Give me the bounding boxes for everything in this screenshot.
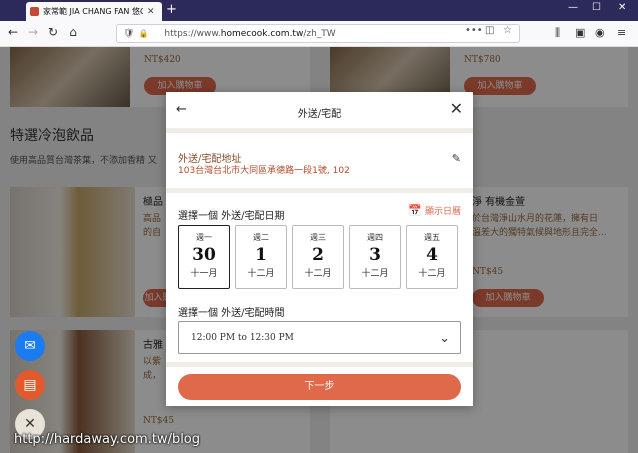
bookmark-star-icon[interactable]: ☆ [503, 25, 512, 36]
next-button[interactable]: 下一步 [178, 374, 461, 400]
date-option[interactable]: 週四 3 十二月 [349, 225, 401, 289]
divider [166, 362, 473, 367]
browser-tab[interactable]: 家常範 JIA CHANG FAN 悠Gift ✕ [26, 2, 162, 21]
new-tab-icon[interactable]: + [166, 2, 177, 17]
day-number: 30 [192, 245, 216, 265]
library-icon[interactable]: ⫼ [555, 26, 560, 40]
day-number: 1 [255, 245, 267, 265]
sidebar-icon[interactable]: ▣ [575, 26, 585, 39]
tab-title: 家常範 JIA CHANG FAN 悠Gift [43, 7, 143, 16]
show-calendar-link[interactable]: 📅 顯示日曆 [408, 204, 461, 217]
date-option-selected[interactable]: 週一 30 十一月 [178, 225, 230, 289]
date-option[interactable]: 週三 2 十二月 [292, 225, 344, 289]
url-text: https://www.homecook.com.tw/zh_TW [164, 28, 336, 39]
close-window-icon[interactable]: ✕ [618, 2, 626, 13]
address-bar[interactable]: 🛡 🔒 https://www.homecook.com.tw/zh_TW ••… [116, 24, 520, 43]
date-label: 選擇一個 外送/宅配日期 [178, 211, 285, 222]
reload-icon[interactable]: ↻ [44, 25, 62, 39]
messenger-icon[interactable]: ✉ [15, 331, 45, 361]
divider [166, 128, 473, 133]
browser-tab-bar: 家常範 JIA CHANG FAN 悠Gift ✕ + — ☐ ✕ [0, 0, 638, 21]
favicon-icon [30, 7, 39, 16]
date-option[interactable]: 週二 1 十二月 [235, 225, 287, 289]
day-number: 4 [426, 245, 438, 265]
edit-pencil-icon[interactable]: ✎ [452, 152, 461, 165]
weekday: 週五 [424, 233, 440, 242]
weekday: 週四 [367, 233, 383, 242]
time-label: 選擇一個 外送/宅配時間 [178, 308, 285, 319]
menu-icon[interactable]: ≡ [617, 26, 626, 39]
home-icon[interactable]: ⌂ [64, 25, 82, 39]
delivery-modal: ← 外送/宅配 ✕ 外送/宅配地址 103台灣台北市大同區承德路一段1號, 10… [166, 92, 473, 406]
forward-icon[interactable]: → [24, 25, 42, 39]
month: 十二月 [247, 269, 275, 279]
chevron-down-icon: ⌄ [439, 331, 450, 346]
close-icon[interactable]: ✕ [450, 99, 463, 118]
month: 十二月 [361, 269, 389, 279]
divider [166, 188, 473, 193]
weekday: 週一 [196, 233, 212, 242]
time-value: 12:00 PM to 12:30 PM [191, 333, 294, 343]
date-option[interactable]: 週五 4 十二月 [406, 225, 458, 289]
time-select[interactable]: 12:00 PM to 12:30 PM ⌄ [178, 321, 461, 354]
shield-icon[interactable]: 🛡 [123, 29, 134, 39]
close-tab-icon[interactable]: ✕ [147, 7, 155, 17]
minimize-icon[interactable]: — [568, 2, 578, 13]
pocket-icon[interactable]: ◫ [485, 25, 494, 36]
maximize-icon[interactable]: ☐ [592, 2, 601, 13]
order-icon[interactable]: ▤ [15, 370, 45, 400]
browser-nav-bar: ← → ↻ ⌂ 🛡 🔒 https://www.homecook.com.tw/… [0, 21, 638, 47]
more-actions-icon[interactable]: ••• [465, 25, 483, 36]
modal-title: 外送/宅配 [297, 109, 342, 120]
lock-icon[interactable]: 🔒 [138, 29, 148, 38]
month: 十二月 [418, 269, 446, 279]
month: 十一月 [190, 269, 218, 279]
watermark-text: http://hardaway.com.tw/blog [14, 432, 201, 447]
account-icon[interactable]: ◉ [595, 26, 605, 39]
month: 十二月 [304, 269, 332, 279]
back-icon[interactable]: ← [4, 25, 22, 39]
day-number: 2 [312, 245, 324, 265]
day-number: 3 [369, 245, 381, 265]
calendar-icon: 📅 [408, 204, 422, 217]
address-text: 103台灣台北市大同區承德路一段1號, 102 [178, 166, 350, 176]
weekday: 週三 [310, 233, 326, 242]
weekday: 週二 [253, 233, 269, 242]
